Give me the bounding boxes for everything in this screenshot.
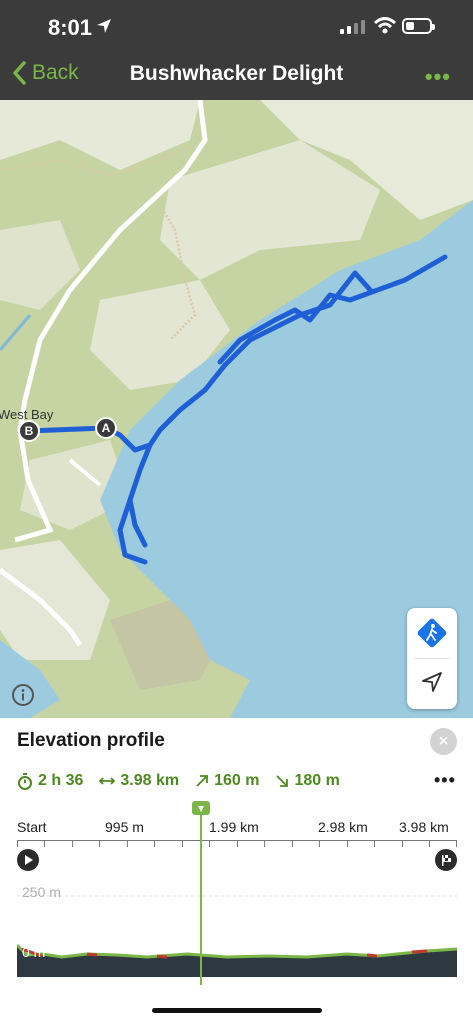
more-options-button[interactable]: ••• bbox=[425, 64, 451, 90]
home-indicator[interactable] bbox=[152, 1008, 322, 1013]
ascent-value: 160 m bbox=[214, 772, 260, 789]
stopwatch-icon bbox=[18, 772, 32, 790]
controls-divider bbox=[415, 658, 449, 659]
ascent-arrow-icon bbox=[196, 775, 208, 787]
axis-label-995m: 995 m bbox=[105, 819, 144, 835]
distance-arrows-icon bbox=[99, 777, 116, 785]
distance-value: 3.98 km bbox=[120, 772, 180, 789]
waypoint-b-marker[interactable]: B bbox=[18, 420, 40, 442]
cellular-signal-icon bbox=[340, 20, 365, 34]
elevation-profile-title: Elevation profile bbox=[17, 730, 165, 751]
elevation-cursor-handle[interactable] bbox=[192, 801, 210, 815]
elevation-chart[interactable] bbox=[17, 873, 457, 977]
elevation-label-250m: 250 m bbox=[22, 884, 61, 900]
axis-label-3-98km: 3.98 km bbox=[399, 819, 449, 835]
waypoint-b-label: B bbox=[24, 424, 34, 438]
duration-value: 2 h 36 bbox=[38, 772, 84, 789]
map-controls bbox=[407, 608, 457, 709]
battery-icon bbox=[402, 18, 435, 34]
locate-me-icon[interactable] bbox=[421, 671, 443, 693]
status-bar: 8:01 bbox=[0, 0, 473, 52]
descent-value: 180 m bbox=[294, 772, 340, 789]
ascent-stat: 160 m bbox=[195, 772, 259, 790]
info-icon[interactable] bbox=[11, 683, 35, 707]
elevation-panel: Elevation profile × 2 h 36 3.98 km 160 m… bbox=[0, 718, 473, 1023]
start-flag-icon bbox=[17, 849, 39, 871]
map-view[interactable]: West Bay B A bbox=[0, 100, 473, 718]
more-options-button[interactable]: ••• bbox=[434, 770, 456, 791]
wifi-icon bbox=[374, 17, 396, 34]
route-stats: 2 h 36 3.98 km 160 m 180 m bbox=[17, 772, 356, 790]
hiking-mode-icon[interactable] bbox=[416, 617, 448, 649]
clock: 8:01 bbox=[48, 15, 93, 40]
top-bar: 8:01 Back Bushwhacker Delight ••• bbox=[0, 0, 473, 100]
map-canvas bbox=[0, 100, 473, 718]
waypoint-a-label: A bbox=[101, 421, 111, 435]
distance-ruler bbox=[17, 840, 457, 849]
waypoint-a-marker[interactable]: A bbox=[95, 417, 117, 439]
page-title: Bushwhacker Delight bbox=[129, 62, 344, 85]
distance-stat: 3.98 km bbox=[99, 772, 179, 790]
close-button[interactable]: × bbox=[430, 728, 457, 755]
finish-flag-icon bbox=[435, 849, 457, 871]
navigation-bar: Back Bushwhacker Delight ••• bbox=[0, 52, 473, 100]
distance-axis: Start 995 m 1.99 km 2.98 km 3.98 km bbox=[17, 819, 457, 839]
elevation-cursor-line[interactable] bbox=[200, 807, 202, 985]
axis-label-start: Start bbox=[17, 819, 47, 835]
duration-stat: 2 h 36 bbox=[17, 772, 83, 790]
location-arrow-icon bbox=[97, 19, 111, 33]
axis-label-2-98km: 2.98 km bbox=[318, 819, 368, 835]
axis-label-1-99km: 1.99 km bbox=[209, 819, 259, 835]
descent-arrow-icon bbox=[276, 775, 289, 787]
descent-stat: 180 m bbox=[275, 772, 340, 790]
elevation-label-0m: 0 m bbox=[22, 944, 46, 960]
